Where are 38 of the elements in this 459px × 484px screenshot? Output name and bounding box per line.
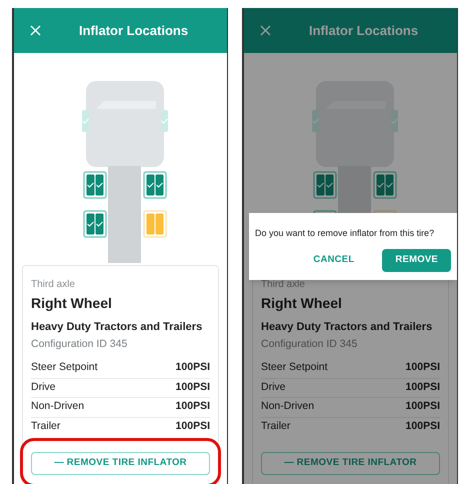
- close-icon[interactable]: [30, 25, 41, 36]
- pressure-label: Trailer: [31, 419, 60, 434]
- pressure-label: Steer Setpoint: [261, 360, 328, 376]
- pressure-label: Drive: [261, 380, 286, 395]
- tire-icon[interactable]: [83, 210, 107, 238]
- pressure-label: Drive: [31, 380, 56, 395]
- pressure-value: 100PSI: [176, 419, 210, 434]
- pressure-value: 100PSI: [176, 380, 210, 395]
- wheel-name: Right Wheel: [261, 294, 343, 313]
- dialog-message: Do you want to remove inflator from this tire?: [255, 227, 436, 240]
- remove-inflator-button[interactable]: — REMOVE TIRE INFLATOR: [261, 452, 440, 475]
- pressure-value: 100PSI: [176, 399, 210, 414]
- pressure-label: Steer Setpoint: [31, 360, 98, 376]
- remove-inflator-button[interactable]: — REMOVE TIRE INFLATOR: [31, 452, 210, 475]
- close-icon[interactable]: [260, 25, 271, 36]
- pressure-label: Trailer: [261, 419, 290, 434]
- remove-button[interactable]: REMOVE: [382, 249, 451, 272]
- pressure-label: Non-Driven: [261, 399, 314, 414]
- cancel-button[interactable]: CANCEL: [305, 253, 362, 268]
- wheel-name: Right Wheel: [31, 294, 113, 313]
- pressure-label: Non-Driven: [31, 399, 84, 414]
- tire-icon[interactable]: [143, 171, 167, 199]
- pressure-value: 100PSI: [406, 360, 440, 376]
- vehicle-type: Heavy Duty Tractors and Trailers: [31, 320, 204, 335]
- axle-label: Third axle: [261, 278, 306, 292]
- axle-label: Third axle: [31, 278, 76, 292]
- pressure-value: 100PSI: [406, 380, 440, 395]
- configuration-id: Configuration ID 345: [261, 337, 358, 351]
- pressure-value: 100PSI: [406, 399, 440, 414]
- configuration-id: Configuration ID 345: [31, 337, 128, 351]
- tire-icon[interactable]: [313, 171, 337, 199]
- screen-title: Inflator Locations: [79, 22, 188, 40]
- pressure-value: 100PSI: [176, 360, 210, 376]
- pressure-value: 100PSI: [406, 419, 440, 434]
- tire-icon[interactable]: [83, 171, 107, 199]
- vehicle-type: Heavy Duty Tractors and Trailers: [261, 320, 434, 335]
- tire-icon[interactable]: [373, 171, 397, 199]
- screen-title: Inflator Locations: [309, 22, 418, 40]
